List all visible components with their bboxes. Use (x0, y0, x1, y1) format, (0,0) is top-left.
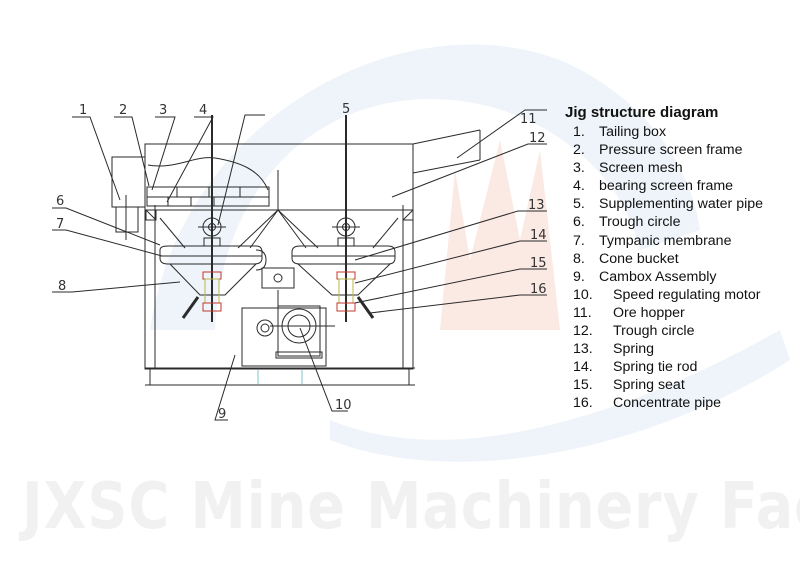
legend-item: 7. Tympanic membrane (573, 232, 732, 249)
parts-legend: Jig structure diagram 1. Tailing box 2. Pr… (565, 104, 763, 413)
legend-item: 13. Spring (573, 341, 655, 358)
legend-item: 3. Screen mesh (573, 160, 683, 177)
callout-5: 5 (342, 102, 350, 117)
callout-12: 12 (529, 131, 546, 146)
legend-item: 2. Pressure screen frame (573, 142, 743, 159)
legend-item: 6. Trough circle (573, 214, 681, 231)
right-trough (291, 245, 396, 265)
callout-16: 16 (530, 282, 547, 297)
legend-item: 8. Cone bucket (573, 250, 679, 267)
legend-item: 11. Ore hopper (573, 304, 685, 321)
legend-item: 5. Supplementing water pipe (573, 196, 764, 213)
callout-15: 15 (530, 256, 547, 271)
legend-item: 16. Concentrate pipe (573, 395, 722, 412)
legend-title: Jig structure diagram (565, 104, 719, 121)
callout-3: 3 (159, 103, 167, 118)
motor-housing (277, 305, 321, 357)
tailing-box (111, 156, 146, 208)
callout-13: 13 (528, 198, 545, 213)
callout-14: 14 (530, 228, 547, 243)
callout-1: 1 (79, 103, 87, 118)
callout-4: 4 (199, 103, 207, 118)
legend-item: 10. Speed regulating motor (573, 286, 761, 303)
callout-7: 7 (56, 217, 64, 232)
legend-item: 1. Tailing box (573, 124, 667, 140)
legend-item: 4. bearing screen frame (573, 178, 734, 195)
callout-11: 11 (520, 112, 537, 127)
callout-2: 2 (119, 103, 127, 118)
callout-10: 10 (335, 398, 352, 413)
legend-item: 12. Trough circle (573, 323, 695, 340)
legend-item: 14. Spring tie rod (573, 359, 698, 376)
watermark: JXSC Mine Machinery Factory (22, 470, 800, 544)
legend-item: 15. Spring seat (573, 377, 685, 394)
legend-item: 9. Cambox Assembly (573, 268, 717, 285)
callout-6: 6 (56, 194, 64, 209)
callout-9: 9 (218, 407, 226, 422)
callout-8: 8 (58, 279, 66, 294)
